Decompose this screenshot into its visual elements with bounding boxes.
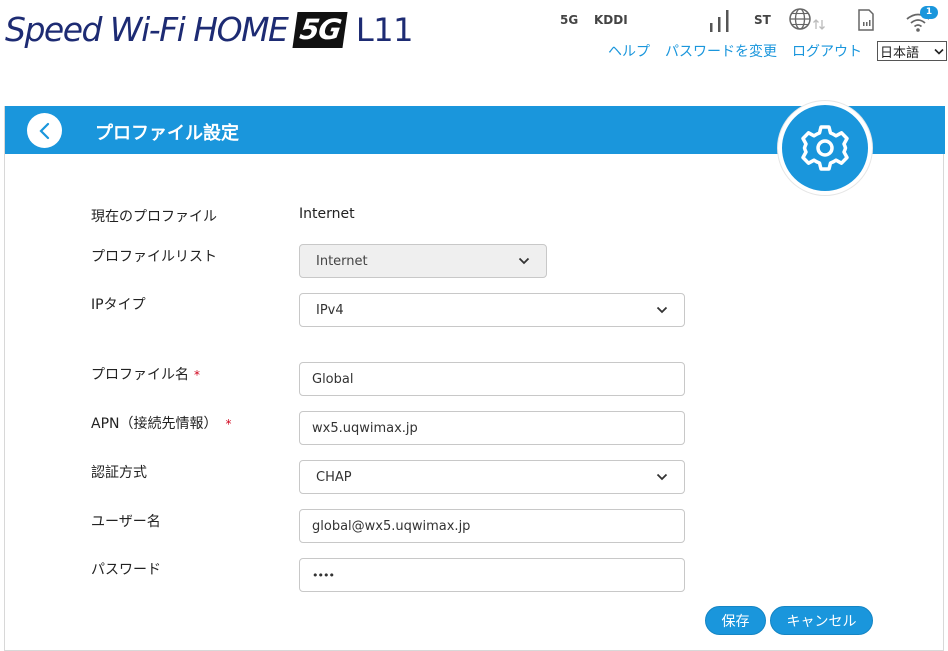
network-type-label: 5G	[560, 13, 579, 27]
apn-input[interactable]: wx5.uqwimax.jp	[299, 411, 685, 445]
sim-card-icon	[858, 9, 874, 31]
settings-badge	[778, 101, 872, 195]
header: Speed Wi-Fi HOME 5G L11 5G KDDI ST 1 ヘルプ…	[0, 0, 948, 100]
profile-list-select-box: Internet	[299, 244, 547, 278]
internet-globe-icon	[789, 8, 825, 30]
profile-name-value: Global	[312, 371, 354, 387]
language-value: 日本語	[880, 45, 920, 61]
save-button[interactable]: 保存	[705, 606, 766, 635]
auth-method-select[interactable]: CHAP	[299, 460, 685, 494]
cancel-button[interactable]: キャンセル	[770, 606, 873, 635]
chevron-down-icon	[656, 306, 668, 314]
back-button[interactable]	[27, 113, 62, 148]
page-title: プロファイル設定	[95, 123, 239, 144]
profile-list-value: Internet	[316, 253, 368, 269]
ip-type-value: IPv4	[316, 302, 344, 318]
chevron-down-icon	[656, 473, 668, 481]
top-links: ヘルプ パスワードを変更 ログアウト 日本語	[608, 41, 947, 61]
wifi-clients-badge: 1	[920, 6, 938, 19]
signal-strength-icon	[710, 10, 729, 32]
auth-method-label: 認証方式	[91, 465, 147, 481]
chevron-left-icon	[38, 122, 49, 139]
auth-method-select-box: CHAP	[299, 460, 685, 494]
auth-method-value: CHAP	[316, 469, 352, 485]
username-value: global@wx5.uqwimax.jp	[312, 518, 471, 534]
logo-5g-badge: 5G	[292, 11, 349, 48]
apn-value: wx5.uqwimax.jp	[312, 420, 418, 436]
password-label: パスワード	[91, 562, 161, 578]
language-select[interactable]: 日本語	[877, 41, 947, 61]
st-label: ST	[754, 13, 771, 27]
logo-text: Speed Wi-Fi HOME	[5, 10, 289, 49]
chevron-down-icon	[518, 257, 530, 265]
profile-name-label: プロファイル名 *	[91, 364, 200, 384]
profile-list-label: プロファイルリスト	[91, 249, 217, 265]
username-input[interactable]: global@wx5.uqwimax.jp	[299, 509, 685, 543]
change-password-link[interactable]: パスワードを変更	[665, 41, 777, 61]
current-profile-label: 現在のプロファイル	[91, 209, 217, 225]
help-link[interactable]: ヘルプ	[608, 41, 650, 61]
chevron-down-icon	[934, 48, 944, 55]
logout-link[interactable]: ログアウト	[792, 41, 862, 61]
current-profile-value: Internet	[299, 206, 355, 222]
gear-icon	[801, 125, 849, 171]
password-input[interactable]: ••••	[299, 558, 685, 592]
required-marker: *	[194, 368, 200, 382]
profile-name-label-text: プロファイル名	[91, 367, 189, 383]
carrier-label: KDDI	[594, 13, 628, 27]
required-marker: *	[225, 417, 232, 431]
status-bar: 5G KDDI ST 1	[555, 6, 945, 36]
profile-name-input[interactable]: Global	[299, 362, 685, 396]
password-value: ••••	[312, 568, 335, 582]
logo-model: L11	[355, 10, 414, 49]
ip-type-select[interactable]: IPv4	[299, 293, 685, 327]
apn-label-text: APN（接続先情報）	[91, 416, 218, 432]
profile-list-select[interactable]: Internet	[299, 244, 547, 278]
ip-type-label: IPタイプ	[91, 297, 146, 313]
profile-settings-panel: プロファイル設定 現在のプロファイル Internet プロファイルリスト In…	[4, 101, 945, 651]
username-label: ユーザー名	[91, 514, 161, 530]
apn-label: APN（接続先情報） *	[91, 413, 232, 433]
ip-type-select-box: IPv4	[299, 293, 685, 327]
product-logo: Speed Wi-Fi HOME 5G L11	[5, 10, 413, 49]
